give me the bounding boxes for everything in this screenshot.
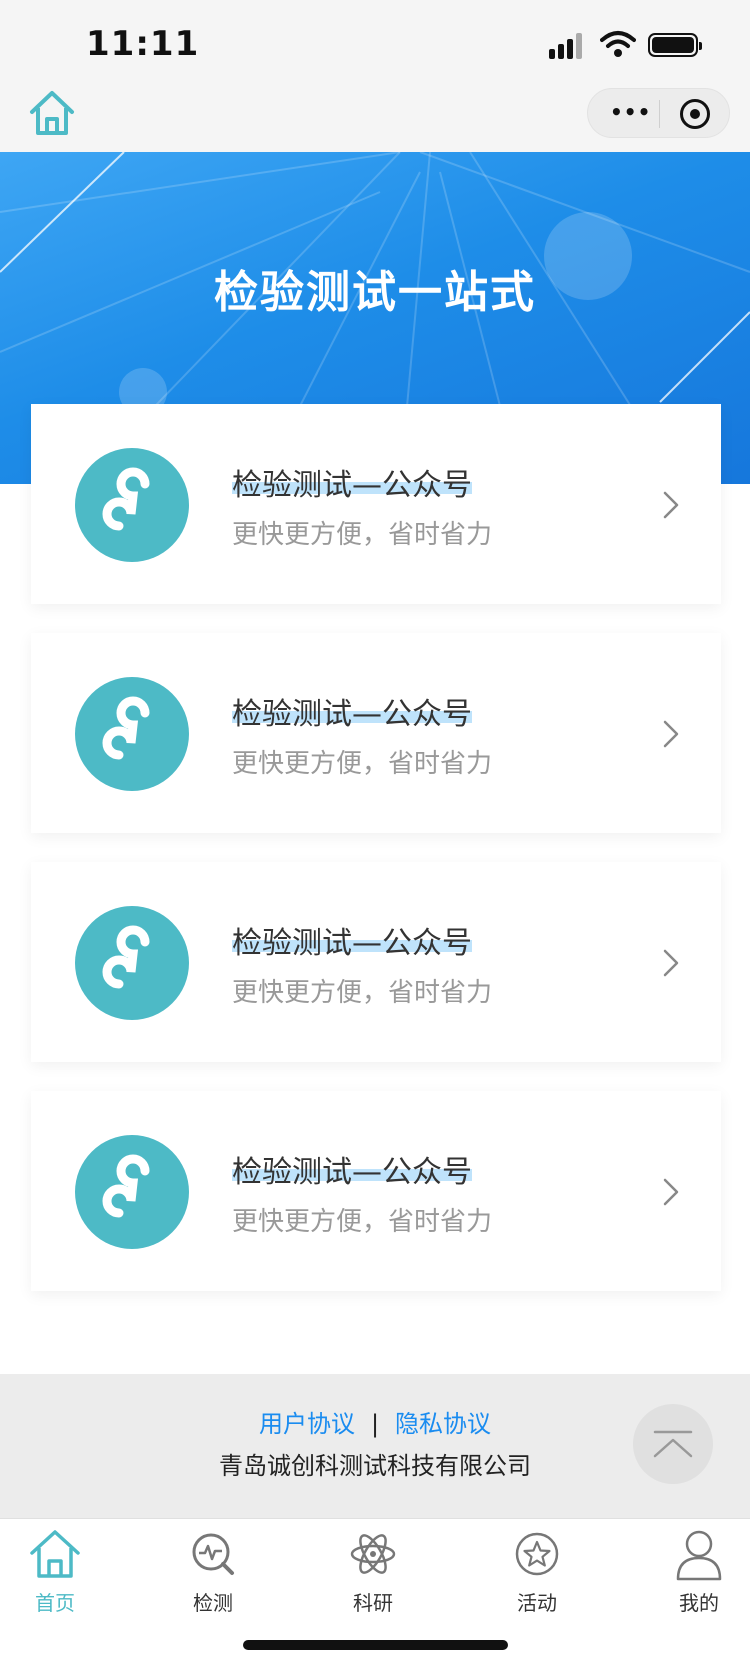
nav-bar: ••• (0, 88, 750, 152)
card-subtitle: 更快更方便，省时省力 (232, 1207, 493, 1237)
tab-label: 首页 (35, 1591, 75, 1615)
chevron-right-icon (659, 948, 683, 978)
footer: 用户协议 | 隐私协议 青岛诚创科测试科技有限公司 (0, 1374, 750, 1518)
privacy-policy-link[interactable]: 隐私协议 (395, 1410, 491, 1438)
chevron-right-icon (659, 490, 683, 520)
card-title: 检验测试—公众号 (232, 926, 472, 961)
service-card[interactable]: 检验测试—公众号 更快更方便，省时省力 (31, 1091, 721, 1291)
mini-program-link-icon (75, 448, 189, 562)
mini-program-link-icon (75, 1135, 189, 1249)
home-indicator (0, 1618, 750, 1667)
tab-activities[interactable]: 活动 (482, 1519, 592, 1619)
home-icon (30, 1530, 80, 1578)
tab-inspection[interactable]: 检测 (158, 1519, 268, 1619)
service-card[interactable]: 检验测试—公众号 更快更方便，省时省力 (31, 862, 721, 1062)
card-title: 检验测试—公众号 (232, 468, 472, 503)
target-icon[interactable] (680, 99, 710, 129)
tab-mine[interactable]: 我的 (644, 1519, 750, 1619)
tab-label: 活动 (517, 1591, 557, 1615)
mini-program-capsule: ••• (587, 88, 730, 138)
tab-bar: 首页 检测 科研 活动 我的 (0, 1518, 750, 1618)
card-subtitle: 更快更方便，省时省力 (232, 978, 493, 1008)
tab-home[interactable]: 首页 (0, 1519, 110, 1619)
home-indicator-bar (243, 1640, 508, 1650)
link-separator: | (370, 1410, 380, 1438)
chevron-right-icon (659, 719, 683, 749)
inspection-icon (192, 1533, 234, 1575)
star-icon (515, 1532, 559, 1576)
status-bar: 11:11 (0, 0, 750, 88)
card-subtitle: 更快更方便，省时省力 (232, 749, 493, 779)
card-title: 检验测试—公众号 (232, 1155, 472, 1190)
tab-label: 我的 (679, 1591, 719, 1615)
card-title: 检验测试—公众号 (232, 697, 472, 732)
status-time: 11:11 (86, 24, 200, 64)
chevron-up-icon (653, 1430, 693, 1458)
tab-label: 科研 (353, 1591, 393, 1615)
home-icon[interactable] (28, 88, 76, 138)
atom-icon (350, 1534, 396, 1574)
service-card[interactable]: 检验测试—公众号 更快更方便，省时省力 (31, 633, 721, 833)
battery-icon (648, 33, 702, 57)
mini-program-link-icon (75, 677, 189, 791)
mini-program-link-icon (75, 906, 189, 1020)
signal-icon (549, 33, 587, 59)
tab-research[interactable]: 科研 (318, 1519, 428, 1619)
ellipsis-icon[interactable]: ••• (610, 102, 650, 122)
wifi-icon (600, 30, 636, 58)
service-card[interactable]: 检验测试—公众号 更快更方便，省时省力 (31, 404, 721, 604)
chevron-right-icon (659, 1177, 683, 1207)
tab-label: 检测 (193, 1591, 233, 1615)
back-to-top-button[interactable] (633, 1404, 713, 1484)
card-subtitle: 更快更方便，省时省力 (232, 520, 493, 550)
capsule-divider (659, 100, 660, 128)
user-icon (676, 1530, 722, 1581)
banner-title: 检验测试一站式 (214, 267, 536, 318)
user-agreement-link[interactable]: 用户协议 (259, 1410, 355, 1438)
